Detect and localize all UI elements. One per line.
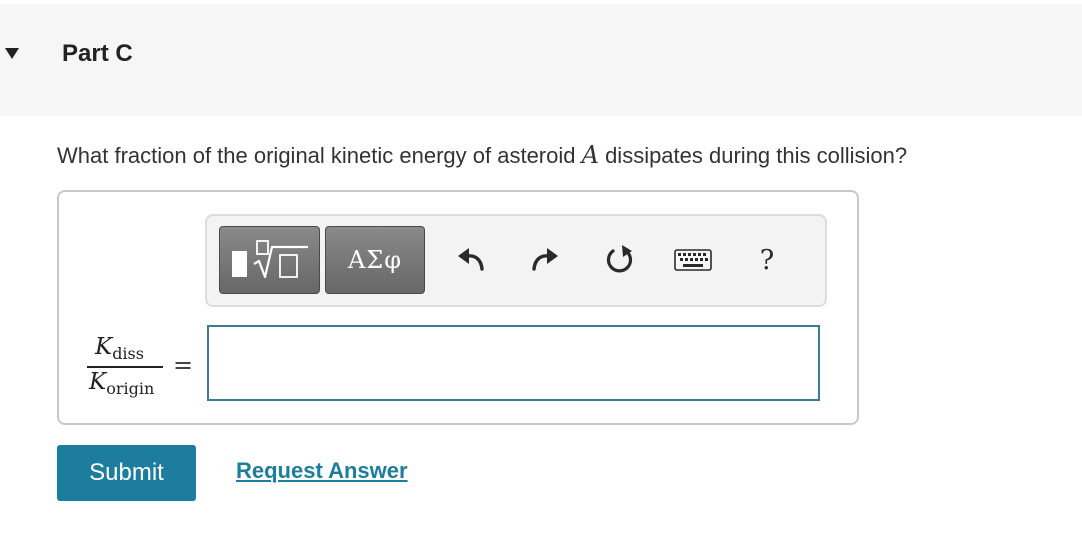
templates-button[interactable] [219, 226, 320, 294]
question-text-after: dissipates during this collision? [598, 143, 908, 168]
symbols-button[interactable]: ΑΣφ [325, 226, 425, 294]
answer-input[interactable] [207, 325, 820, 401]
reset-button[interactable] [597, 234, 641, 286]
templates-icon [231, 240, 308, 279]
equals-sign: = [173, 351, 194, 379]
denominator-subscript: origin [106, 379, 155, 398]
question-variable: A [581, 141, 599, 169]
question-text-before: What fraction of the original kinetic en… [57, 143, 582, 168]
request-answer-link[interactable]: Request Answer [236, 458, 408, 484]
question-text: What fraction of the original kinetic en… [57, 141, 907, 169]
redo-button[interactable] [523, 234, 567, 286]
part-header: Part C [0, 4, 1082, 116]
math-toolbar: ΑΣφ ? [205, 214, 827, 307]
numerator-symbol: K [95, 334, 113, 360]
help-button[interactable]: ? [745, 234, 789, 286]
answer-box: ΑΣφ ? Kdiss Korigin = [57, 190, 859, 425]
part-title: Part C [62, 40, 133, 67]
symbols-label: ΑΣφ [347, 246, 403, 274]
numerator-subscript: diss [112, 344, 144, 363]
submit-button[interactable]: Submit [57, 445, 196, 501]
fraction-numerator: Kdiss [95, 334, 144, 363]
triangle-down-icon [5, 47, 19, 59]
undo-icon [458, 248, 484, 271]
collapse-toggle[interactable] [0, 41, 24, 65]
fraction-bar [87, 366, 163, 368]
keyboard-icon [674, 249, 712, 271]
redo-icon [532, 248, 558, 271]
undo-button[interactable] [449, 234, 493, 286]
fraction-denominator: Korigin [89, 369, 155, 398]
fraction-label: Kdiss Korigin [83, 334, 163, 398]
reset-icon [606, 245, 633, 273]
denominator-symbol: K [89, 369, 107, 395]
keyboard-button[interactable] [671, 234, 715, 286]
